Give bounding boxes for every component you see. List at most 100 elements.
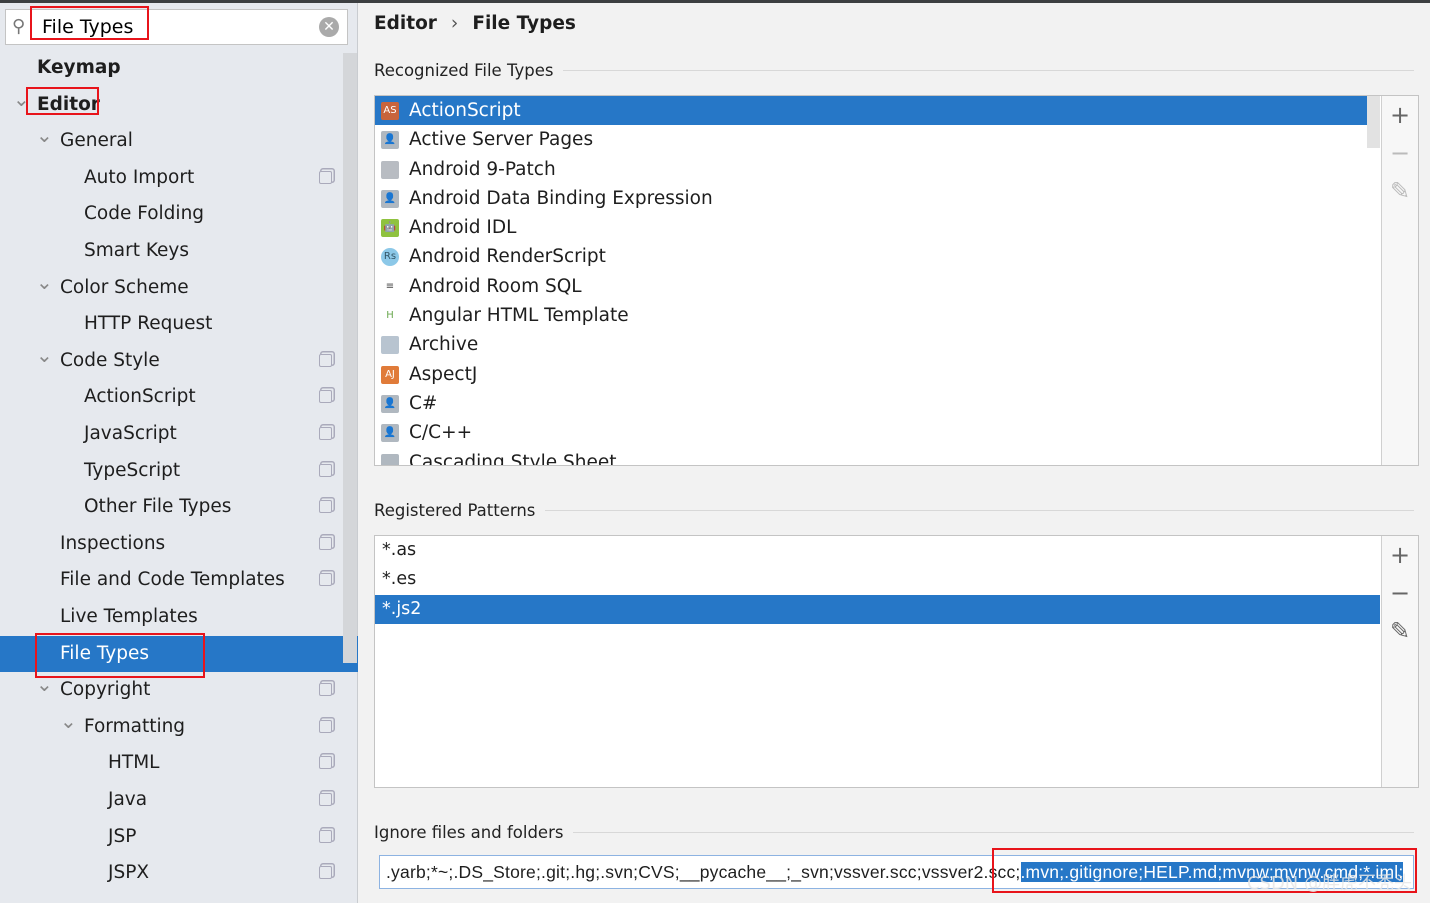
search-input[interactable] <box>42 14 312 40</box>
file-type-label: Android RenderScript <box>409 246 606 268</box>
tree-item[interactable]: Java <box>0 782 343 818</box>
copy-icon <box>319 353 332 367</box>
chevron-right-icon: › <box>450 13 459 34</box>
recognized-file-types-list[interactable]: AS ActionScript 👤 Active Server Pages Androi… <box>374 95 1419 466</box>
tree-item[interactable]: File Types <box>0 635 358 672</box>
tree-item-label: General <box>60 130 133 152</box>
file-type-label: Cascading Style Sheet <box>409 451 617 466</box>
patterns-section-title: Registered Patterns <box>374 501 1414 520</box>
file-type-item[interactable]: 🤖 Android IDL <box>375 213 1380 242</box>
file-type-item[interactable]: 👤 Android Data Binding Expression <box>375 184 1380 213</box>
file-type-item[interactable]: AS ActionScript <box>375 96 1380 126</box>
tree-item[interactable]: Other File Types <box>0 489 343 525</box>
tree-item[interactable]: Inspections <box>0 526 343 562</box>
tree-item-label: TypeScript <box>84 459 181 481</box>
tree-item-label: Live Templates <box>60 606 198 627</box>
tree-item-label: JSPX <box>108 862 150 884</box>
chevron-down-icon[interactable]: ⌄ <box>60 703 77 739</box>
copy-icon <box>319 500 332 514</box>
file-type-item[interactable]: ≡ Android Room SQL <box>375 272 1380 301</box>
file-type-item[interactable]: Rs Android RenderScript <box>375 242 1380 271</box>
tree-item[interactable]: ⌄ Formatting <box>0 709 343 745</box>
tree-item-label: HTML <box>108 752 160 774</box>
file-type-icon: 👤 <box>381 131 399 150</box>
edit-icon[interactable]: ✎ <box>1382 612 1418 650</box>
add-icon[interactable]: + <box>1382 536 1418 574</box>
settings-search[interactable]: ⚲ ✕ <box>5 9 348 45</box>
tree-item[interactable]: ActionScript <box>0 379 343 415</box>
copy-icon <box>319 683 332 697</box>
file-type-icon: 🤖 <box>381 219 399 238</box>
tree-item-label: Other File Types <box>84 496 232 518</box>
tree-item[interactable]: ⌄ Code Style <box>0 343 343 379</box>
tree-item[interactable]: Live Templates <box>0 599 343 635</box>
file-type-label: ActionScript <box>409 100 521 121</box>
tree-item[interactable]: File and Code Templates <box>0 562 343 598</box>
file-type-item[interactable]: 👤 C/C++ <box>375 418 1380 447</box>
tree-item-label: HTTP Request <box>84 313 213 335</box>
copy-icon <box>319 390 332 404</box>
copy-icon <box>319 866 332 880</box>
tree-item-label: Keymap <box>37 57 121 78</box>
tree-item[interactable]: ⌄ General <box>0 123 343 159</box>
tree-item-label: Color Scheme <box>60 276 189 298</box>
chevron-down-icon[interactable]: ⌄ <box>36 264 53 300</box>
tree-item[interactable]: Code Folding <box>0 196 343 232</box>
tree-item-label: JSP <box>108 825 137 847</box>
copy-icon <box>319 573 332 587</box>
tree-item[interactable]: Auto Import <box>0 160 343 196</box>
file-type-label: Android 9-Patch <box>409 158 556 180</box>
file-type-item[interactable]: ▥ Archive <box>375 330 1380 359</box>
tree-item[interactable]: Keymap <box>0 50 343 86</box>
file-type-label: C# <box>409 392 438 414</box>
chevron-down-icon[interactable]: ⌄ <box>36 666 53 702</box>
remove-icon[interactable]: − <box>1382 574 1418 612</box>
file-type-label: AspectJ <box>409 363 478 385</box>
list-scrollbar[interactable] <box>1367 96 1380 148</box>
watermark: CSDN @胖虎不秃头 <box>1246 873 1412 894</box>
clear-icon[interactable]: ✕ <box>319 17 339 37</box>
file-type-item[interactable]: 👤 Active Server Pages <box>375 125 1380 154</box>
breadcrumb: Editor › File Types <box>374 13 576 34</box>
chevron-down-icon[interactable]: ⌄ <box>36 117 53 153</box>
copy-icon <box>319 427 332 440</box>
section-label: Registered Patterns <box>374 501 536 520</box>
tree-item[interactable]: JSPX <box>0 855 343 891</box>
file-type-icon: 👤 <box>381 394 399 413</box>
file-type-item[interactable]: 👤 C# <box>375 389 1380 418</box>
tree-item[interactable]: TypeScript <box>0 453 343 489</box>
file-type-item[interactable]: Cascading Style Sheet <box>375 448 1380 466</box>
pattern-item[interactable]: *.as <box>375 536 1380 565</box>
file-type-item[interactable]: AJ AspectJ <box>375 360 1380 389</box>
tree-item[interactable]: ⌄ Copyright <box>0 672 343 708</box>
tree-item[interactable]: JSP <box>0 819 343 855</box>
file-types-toolbar: + − ✎ <box>1381 96 1418 465</box>
settings-content: Editor › File Types Recognized File Types … <box>359 3 1430 903</box>
recognized-section-title: Recognized File Types <box>374 61 1414 80</box>
file-type-item[interactable]: Android 9-Patch <box>375 155 1380 184</box>
file-type-item[interactable]: H Angular HTML Template <box>375 301 1380 330</box>
tree-item-label: Code Style <box>60 349 160 371</box>
tree-item-label: Smart Keys <box>84 240 190 261</box>
edit-icon[interactable]: ✎ <box>1382 172 1418 210</box>
pattern-item[interactable]: *.es <box>375 565 1380 594</box>
breadcrumb-parent[interactable]: Editor <box>374 13 437 34</box>
file-type-label: Archive <box>409 334 479 356</box>
remove-icon[interactable]: − <box>1382 134 1418 172</box>
tree-item[interactable]: HTML <box>0 745 343 781</box>
sidebar-scrollbar[interactable] <box>343 53 357 663</box>
patterns-toolbar: + − ✎ <box>1381 536 1418 787</box>
add-icon[interactable]: + <box>1382 96 1418 134</box>
tree-item-label: ActionScript <box>84 386 196 408</box>
tree-item[interactable]: ⌄ Color Scheme <box>0 270 343 306</box>
file-type-label: Android IDL <box>409 217 517 239</box>
tree-item-label: Java <box>108 789 148 810</box>
file-type-icon: AS <box>381 102 399 120</box>
registered-patterns-list[interactable]: *.as *.es *.js2 + − ✎ <box>374 535 1419 788</box>
tree-item[interactable]: JavaScript <box>0 416 343 452</box>
pattern-item[interactable]: *.js2 <box>375 594 1380 624</box>
tree-item-label: Formatting <box>84 715 186 737</box>
tree-item-label: Inspections <box>60 532 166 554</box>
chevron-down-icon[interactable]: ⌄ <box>13 81 30 117</box>
chevron-down-icon[interactable]: ⌄ <box>36 337 53 373</box>
